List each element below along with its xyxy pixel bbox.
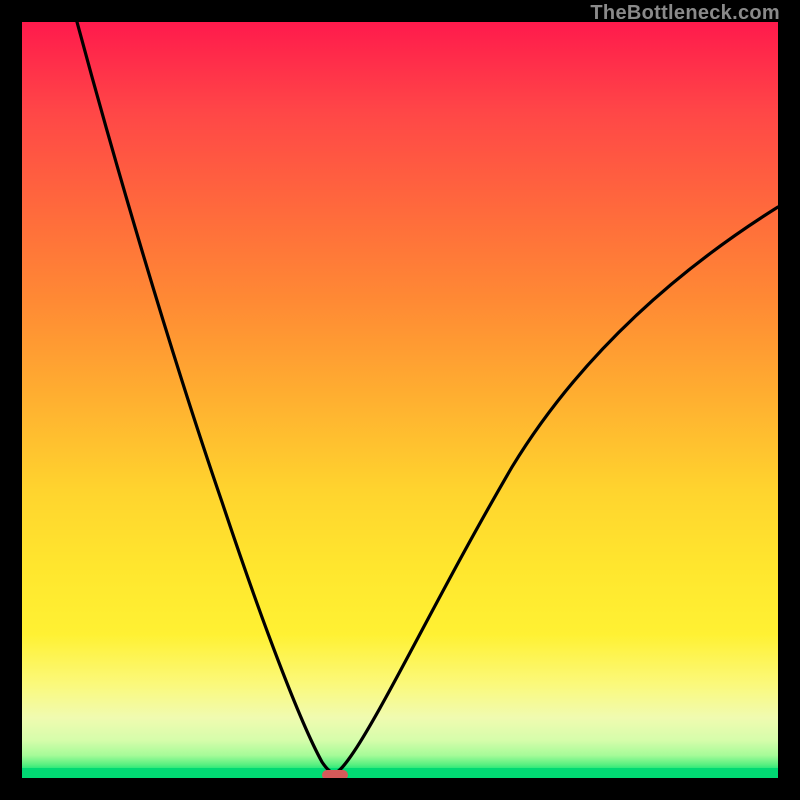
chart-frame: TheBottleneck.com [0,0,800,800]
optimal-marker [322,770,348,778]
watermark-text: TheBottleneck.com [590,2,780,25]
plot-area [22,22,778,778]
curve-right-branch [334,207,778,773]
bottleneck-curve [22,22,778,778]
curve-left-branch [77,22,334,773]
